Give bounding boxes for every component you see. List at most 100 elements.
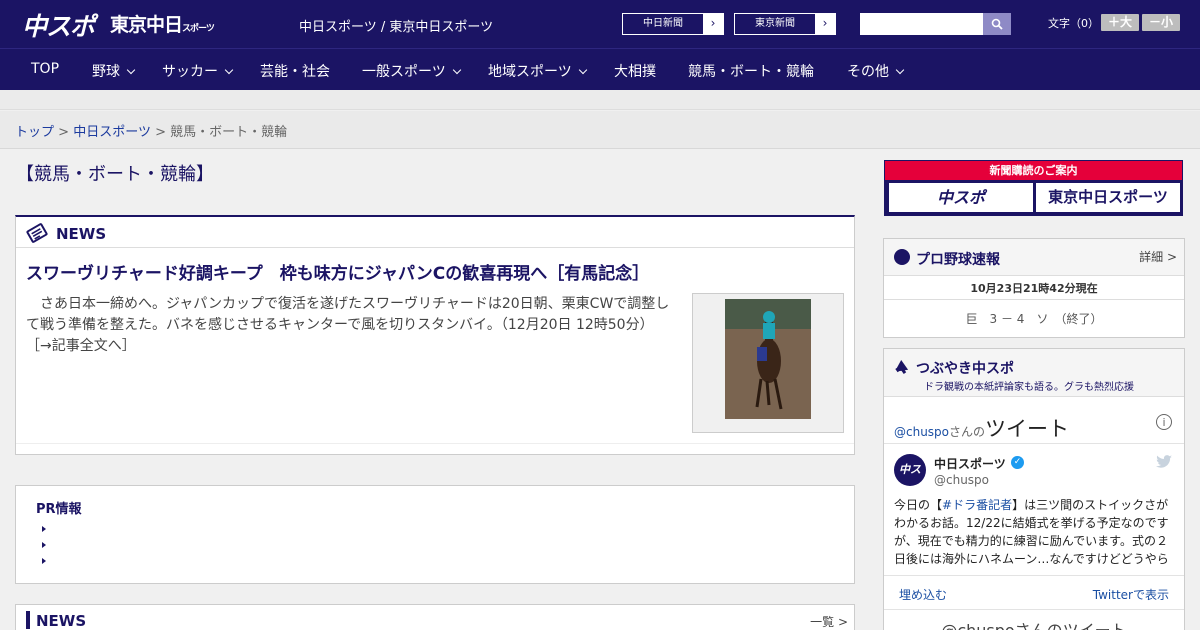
- main-nav: TOP 野球 サッカー 芸能・社会 一般スポーツ 地域スポーツ 大相撲 競馬・ボ…: [0, 48, 1200, 90]
- tweet-author-name[interactable]: 中日スポーツ: [934, 455, 1006, 472]
- baseball-timestamp: 10月23日21時42分現在: [970, 282, 1098, 295]
- ad-strip: [0, 90, 1200, 110]
- nav-baseball[interactable]: 野球: [92, 61, 136, 81]
- hashtag-link[interactable]: #ドラ番記者: [942, 498, 1012, 512]
- nav-label: サッカー: [162, 64, 218, 80]
- timeline-heading: @chuspoさんのツイート: [894, 413, 1069, 443]
- section-bar: [26, 611, 30, 629]
- divider: [884, 299, 1184, 300]
- baseball-game-score[interactable]: 巨 3 － 4 ソ （終了）: [884, 310, 1184, 327]
- news-lead: さあ日本一締めへ。ジャパンカップで復活を遂げたスワーヴリチャードは20日朝、栗東…: [26, 294, 681, 357]
- timeline-heading-text: ツイート: [985, 417, 1070, 441]
- verified-icon: ✓: [1011, 456, 1024, 469]
- pr-item-bullet[interactable]: [42, 558, 46, 564]
- divider: [884, 609, 1184, 610]
- racehorse-photo: [725, 299, 811, 419]
- news-lead-text: さあ日本一締めへ。ジャパンカップで復活を遂げたスワーヴリチャードは20日朝、栗東…: [26, 296, 670, 333]
- pr-item-bullet[interactable]: [42, 542, 46, 548]
- tokyo-logo-sub: スポーツ: [182, 24, 215, 34]
- twitter-bird-icon[interactable]: [1156, 455, 1172, 469]
- nav-top[interactable]: TOP: [31, 61, 59, 77]
- read-more-link[interactable]: ［→記事全文へ］: [26, 338, 136, 354]
- baseball-detail-link[interactable]: 詳細 >: [1139, 248, 1177, 265]
- megaphone-icon: [895, 359, 909, 375]
- subscription-banner[interactable]: 新聞購読のご案内 中スポ 東京中日スポーツ: [884, 160, 1183, 216]
- tokyo-chunichi-logo[interactable]: 東京中日スポーツ: [110, 10, 215, 37]
- chevron-down-icon: [578, 65, 587, 75]
- font-size-label: 文字（0）: [1048, 17, 1099, 30]
- site-header: 中スポ 東京中日スポーツ 中日スポーツ / 東京中日スポーツ 中日新聞 › 東京…: [0, 0, 1200, 48]
- divider: [884, 575, 1184, 576]
- news-list-more-link[interactable]: 一覧 >: [810, 613, 848, 630]
- newspaper-icon: [26, 223, 48, 243]
- tweet-text-part: 今日の【: [894, 498, 943, 512]
- news-photo[interactable]: [692, 293, 844, 433]
- breadcrumb-separator: >: [58, 125, 70, 140]
- baseball-header: プロ野球速報 詳細 >: [884, 239, 1184, 276]
- font-larger-button[interactable]: ＋大: [1101, 14, 1139, 31]
- chuspo-subscribe-button[interactable]: 中スポ: [889, 183, 1033, 212]
- search-icon: [991, 18, 1003, 30]
- font-smaller-button[interactable]: －小: [1142, 14, 1180, 31]
- news-card: NEWS スワーヴリチャード好調キープ 枠も味方にジャパンCの歓喜再現へ［有馬記…: [15, 215, 855, 455]
- chunichi-shimbun-label: 中日新聞: [643, 18, 683, 29]
- tokyo-logo-text: 東京中日: [110, 14, 183, 36]
- chevron-right-icon: ›: [703, 14, 723, 34]
- twitter-box-title: つぶやき中スポ: [916, 361, 1014, 377]
- breadcrumb-current: 競馬・ボート・競輪: [170, 125, 288, 140]
- chuspo-logo[interactable]: 中スポ: [22, 7, 95, 43]
- nav-label: 競馬・ボート・競輪: [688, 64, 814, 80]
- nav-other[interactable]: その他: [847, 61, 905, 81]
- baseball-icon: [894, 249, 910, 265]
- embed-link[interactable]: 埋め込む: [899, 586, 947, 603]
- timeline-heading-suffix: さんの: [949, 425, 986, 439]
- pr-title: PR情報: [36, 502, 82, 517]
- news-list-box: NEWS 一覧 >: [15, 604, 855, 630]
- nav-entertainment[interactable]: 芸能・社会: [260, 61, 330, 81]
- nav-label: 地域スポーツ: [488, 64, 572, 80]
- twitter-box: つぶやき中スポ ドラ観戦の本紙評論家も語る。グラも熱烈応援 @chuspoさんの…: [883, 348, 1185, 630]
- tokyo-shimbun-label: 東京新聞: [755, 18, 795, 29]
- nav-label: 大相撲: [614, 64, 656, 80]
- subscription-title: 新聞購読のご案内: [885, 161, 1182, 180]
- nav-label: その他: [847, 64, 889, 80]
- news-section-title: NEWS: [56, 225, 107, 243]
- chunichi-shimbun-button[interactable]: 中日新聞 ›: [622, 13, 724, 35]
- breadcrumb-chunichi-sports[interactable]: 中日スポーツ: [73, 125, 151, 140]
- pr-box: PR情報: [15, 485, 855, 584]
- chevron-down-icon: [452, 65, 461, 75]
- nav-regional-sports[interactable]: 地域スポーツ: [488, 61, 587, 81]
- tweet-text: 今日の【#ドラ番記者】は三ツ間のストイックさがわかるお話。12/22に結婚式を挙…: [894, 496, 1176, 566]
- page-title: 【競馬・ボート・競輪】: [16, 164, 214, 185]
- pr-item-bullet[interactable]: [42, 526, 46, 532]
- tokyo-shimbun-button[interactable]: 東京新聞 ›: [734, 13, 836, 35]
- site-name-line: 中日スポーツ / 東京中日スポーツ: [299, 20, 494, 35]
- tokyo-subscribe-button[interactable]: 東京中日スポーツ: [1036, 183, 1180, 212]
- avatar[interactable]: 中スポ: [894, 454, 926, 508]
- timeline-handle-link[interactable]: @chuspo: [894, 425, 949, 439]
- news-list-title: NEWS: [36, 612, 87, 630]
- racehorse-image: [725, 299, 811, 419]
- divider: [884, 443, 1184, 444]
- view-on-twitter-link[interactable]: Twitterで表示: [1093, 586, 1169, 603]
- search-input[interactable]: [860, 13, 983, 35]
- info-icon[interactable]: i: [1156, 414, 1172, 430]
- twitter-box-subtitle: ドラ観戦の本紙評論家も語る。グラも熱烈応援: [924, 382, 1134, 393]
- news-headline[interactable]: スワーヴリチャード好調キープ 枠も味方にジャパンCの歓喜再現へ［有馬記念］: [26, 259, 649, 284]
- baseball-title: プロ野球速報: [916, 252, 1000, 268]
- search-button[interactable]: [983, 13, 1011, 35]
- chevron-down-icon: [126, 65, 136, 75]
- nav-label: 一般スポーツ: [362, 64, 446, 80]
- nav-label: 芸能・社会: [260, 64, 330, 80]
- timeline-footer[interactable]: @chuspoさんのツイート: [884, 617, 1184, 630]
- nav-general-sports[interactable]: 一般スポーツ: [362, 61, 461, 81]
- nav-sumo[interactable]: 大相撲: [614, 61, 656, 81]
- nav-soccer[interactable]: サッカー: [162, 61, 234, 81]
- nav-keiba[interactable]: 競馬・ボート・競輪: [688, 61, 814, 81]
- tweet-author-handle[interactable]: @chuspo: [934, 473, 989, 487]
- breadcrumb: トップ > 中日スポーツ > 競馬・ボート・競輪: [0, 111, 1200, 149]
- breadcrumb-top[interactable]: トップ: [15, 125, 54, 140]
- chevron-down-icon: [895, 65, 905, 75]
- breadcrumb-separator: >: [155, 125, 166, 140]
- baseball-scores-box: プロ野球速報 詳細 > 10月23日21時42分現在 巨 3 － 4 ソ （終了…: [883, 238, 1185, 338]
